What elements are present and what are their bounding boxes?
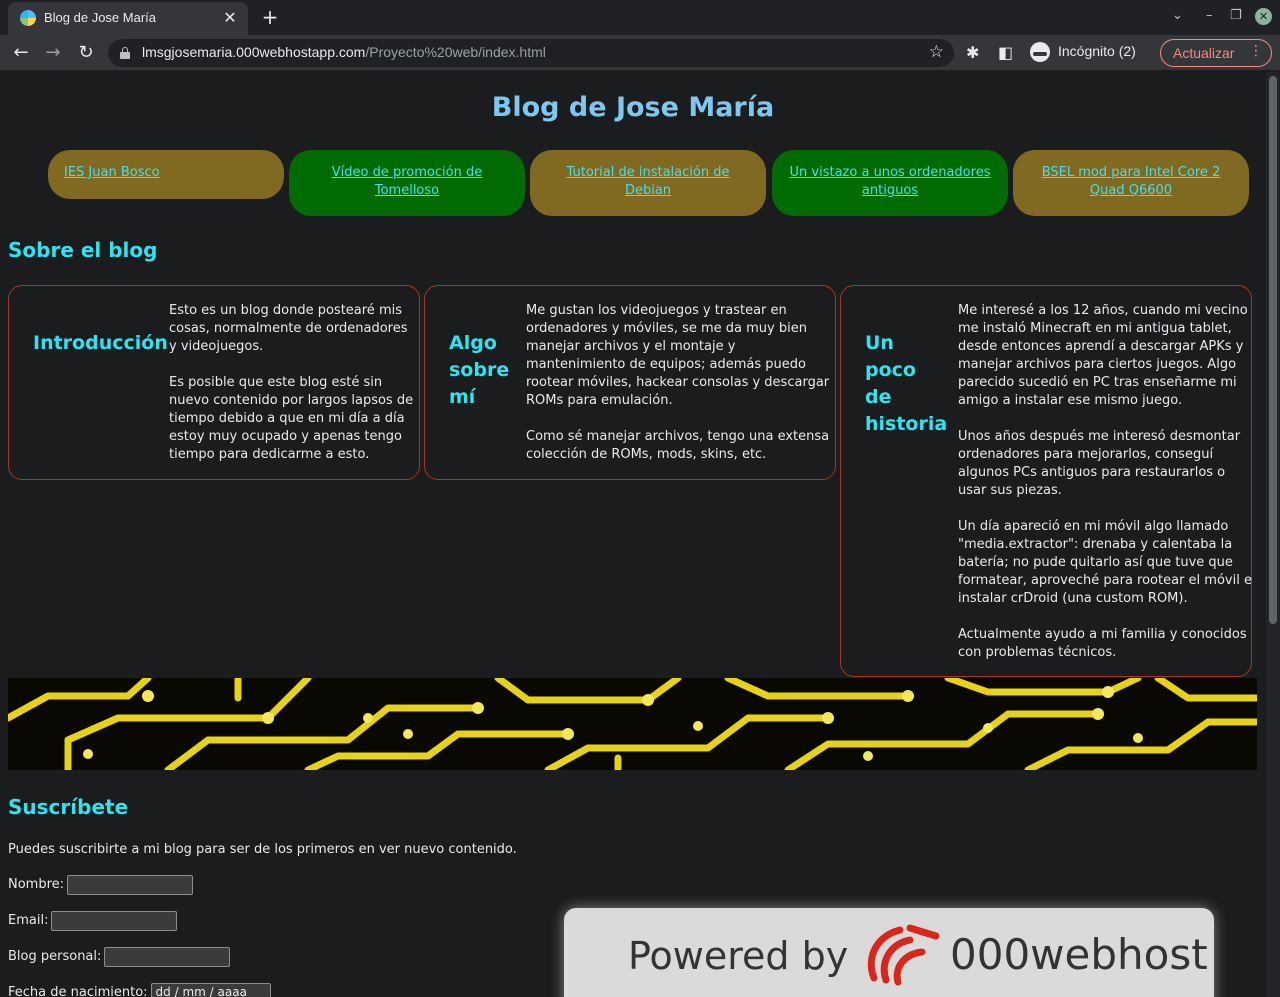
nav-link-tutorial-debian[interactable]: Tutorial de instalación de Debian [530, 150, 766, 216]
incognito-icon [1030, 42, 1050, 62]
incognito-label: Incógnito (2) [1058, 43, 1136, 59]
close-tab-icon[interactable]: ✕ [220, 8, 240, 28]
browser-tab[interactable]: Blog de Jose María ✕ [8, 2, 248, 35]
email-row: Email: [8, 910, 178, 932]
about-heading: Sobre el blog [8, 238, 158, 262]
page-scrollbar[interactable] [1266, 72, 1280, 997]
powered-by-box: Powered by 000webhost [564, 908, 1214, 997]
circuit-board-banner-image [8, 678, 1257, 770]
window-close-icon[interactable]: ✕ [1255, 8, 1272, 25]
birthdate-field[interactable]: dd / mm / aaaa [150, 982, 271, 997]
restore-icon[interactable]: ❐ [1230, 8, 1242, 23]
blog-field[interactable] [104, 946, 231, 967]
lock-icon[interactable] [120, 47, 130, 59]
card-introduccion: Introducción Esto es un blog donde poste… [8, 285, 420, 480]
card-text: Me interesé a los 12 años, cuando mi vec… [958, 303, 1252, 660]
powered-by-brand: 000webhost [950, 930, 1208, 979]
browser-toolbar: ← → ↻ lmsgjosemaria.000webhostapp.com/Pr… [0, 35, 1280, 71]
card-title: Un poco de historia [865, 332, 948, 435]
nav-link-ies-juan-bosco[interactable]: IES Juan Bosco [48, 150, 284, 199]
address-bar[interactable]: lmsgjosemaria.000webhostapp.com/Proyecto… [108, 39, 954, 67]
reload-icon[interactable]: ↻ [73, 40, 99, 66]
nav-link-bsel-mod[interactable]: BSEL mod para Intel Core 2 Quad Q6600 [1013, 150, 1249, 216]
update-button[interactable]: Actualizar ⋮ [1160, 39, 1272, 67]
url-host: lmsgjosemaria.000webhostapp.com [142, 44, 366, 60]
email-field[interactable] [51, 910, 178, 931]
tab-search-icon[interactable]: ⌄ [1172, 8, 1183, 23]
card-title: Algo sobre mí [449, 332, 510, 408]
scrollbar-thumb[interactable] [1269, 76, 1277, 624]
url-path: /Proyecto%20web/index.html [365, 44, 546, 60]
blog-row: Blog personal: [8, 946, 231, 968]
000webhost-logo-icon [867, 924, 940, 986]
menu-dots-icon[interactable]: ⋮ [1249, 43, 1263, 59]
birthdate-label: Fecha de nacimiento: [8, 985, 148, 997]
bookmark-star-icon[interactable]: ☆ [929, 42, 944, 62]
update-label: Actualizar [1173, 45, 1235, 61]
subscribe-heading: Suscríbete [8, 795, 129, 819]
back-arrow-icon[interactable]: ← [8, 40, 34, 66]
email-label: Email: [8, 913, 49, 928]
minimize-icon[interactable]: – [1206, 8, 1213, 23]
nav-link-video-tomelloso[interactable]: Vídeo de promoción de Tomelloso [289, 150, 525, 216]
tab-strip: Blog de Jose María ✕ + ⌄ – ❐ ✕ [0, 0, 1280, 35]
page-title: Blog de Jose María [491, 92, 775, 123]
name-row: Nombre: [8, 874, 194, 896]
birthdate-row: Fecha de nacimiento: dd / mm / aaaa [8, 982, 271, 997]
name-label: Nombre: [8, 877, 65, 892]
subscribe-intro: Puedes suscribirte a mi blog para ser de… [8, 842, 517, 857]
powered-by-badge[interactable]: Powered by 000webhost [540, 904, 1240, 997]
forward-arrow-icon[interactable]: → [40, 40, 66, 66]
powered-by-text: Powered by [628, 934, 849, 978]
nav-link-ordenadores-antiguos[interactable]: Un vistazo a unos ordenadores antiguos [772, 150, 1008, 216]
url-text[interactable]: lmsgjosemaria.000webhostapp.com/Proyecto… [142, 44, 546, 60]
card-title: Introducción [33, 332, 168, 354]
side-panel-icon[interactable]: ◧ [998, 43, 1013, 62]
tab-title: Blog de Jose María [44, 10, 157, 25]
card-algo-sobre-mi: Algo sobre mí Me gustan los videojuegos … [424, 285, 836, 480]
name-field[interactable] [67, 874, 194, 895]
card-un-poco-de-historia: Un poco de historia Me interesé a los 12… [840, 285, 1252, 677]
extensions-puzzle-icon[interactable]: ✱ [966, 43, 979, 62]
blog-label: Blog personal: [8, 949, 102, 964]
page-viewport: Blog de Jose María IES Juan Bosco Vídeo … [0, 72, 1266, 997]
card-text: Esto es un blog donde postearé mis cosas… [169, 303, 414, 462]
site-favicon-icon [20, 10, 36, 26]
card-text: Me gustan los videojuegos y trastear en … [526, 303, 830, 462]
new-tab-button[interactable]: + [258, 5, 282, 29]
